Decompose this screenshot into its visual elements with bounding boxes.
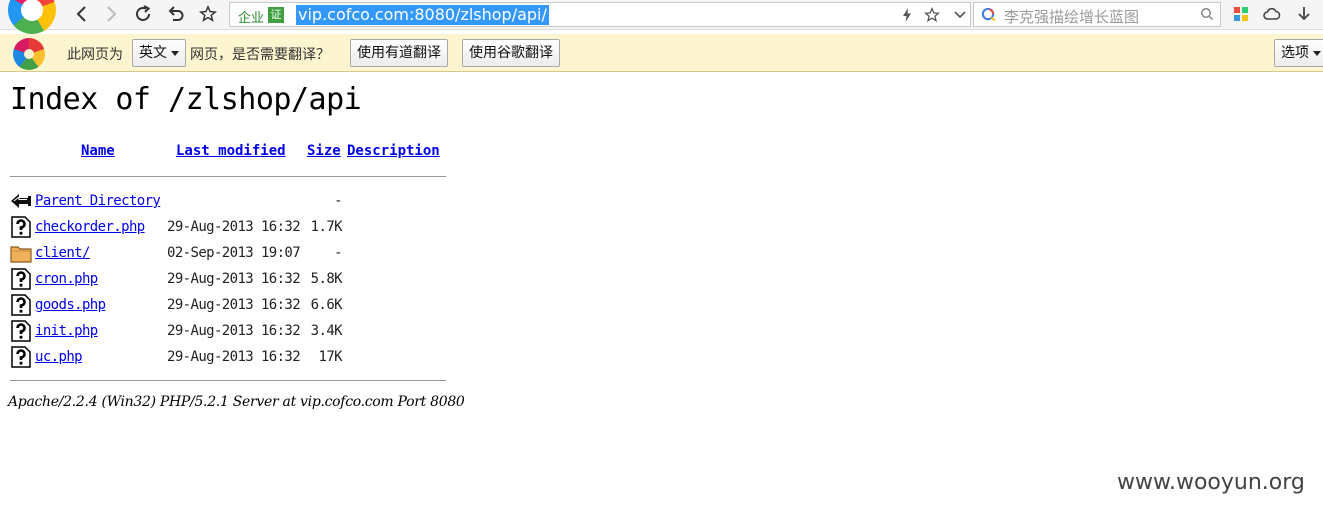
- reload-button[interactable]: [130, 2, 156, 26]
- search-placeholder[interactable]: 李克强描绘增长蓝图: [1004, 6, 1139, 27]
- cloud-icon[interactable]: [1262, 4, 1282, 24]
- file-modified: 29-Aug-2013 16:32: [167, 219, 301, 235]
- browser-logo-icon[interactable]: [8, 0, 56, 34]
- unknown-file-icon: [11, 216, 31, 238]
- download-icon[interactable]: [1294, 4, 1314, 24]
- folder-icon: [10, 246, 32, 263]
- chevron-down-icon: [171, 50, 179, 56]
- server-signature: Apache/2.2.4 (Win32) PHP/5.2.1 Server at…: [8, 394, 465, 410]
- sort-by-description-link[interactable]: Description: [347, 143, 440, 159]
- sort-by-modified-link[interactable]: Last modified: [176, 143, 286, 159]
- file-modified: 29-Aug-2013 16:32: [167, 349, 301, 365]
- bookmark-star-icon[interactable]: [195, 2, 221, 26]
- file-link[interactable]: init.php: [35, 323, 98, 339]
- cert-badge-icon[interactable]: 证: [268, 7, 284, 23]
- file-size: 1.7K: [310, 219, 343, 235]
- file-size: 6.6K: [310, 297, 343, 313]
- translate-prefix: 此网页为: [67, 47, 123, 63]
- sort-by-name-link[interactable]: Name: [81, 143, 115, 159]
- unknown-file-icon: [11, 294, 31, 316]
- file-link[interactable]: client/: [35, 245, 90, 261]
- options-label: 选项: [1281, 45, 1309, 61]
- file-row: goods.php 29-Aug-2013 16:32 6.6K: [10, 294, 446, 318]
- forward-button[interactable]: [98, 2, 124, 26]
- file-modified: 29-Aug-2013 16:32: [167, 297, 301, 313]
- translate-bar: 此网页为 英文 网页，是否需要翻译？ 使用有道翻译 使用谷歌翻译 选项: [0, 34, 1323, 72]
- back-button[interactable]: [69, 2, 95, 26]
- file-row: checkorder.php 29-Aug-2013 16:32 1.7K: [10, 216, 446, 240]
- url-text[interactable]: vip.cofco.com:8080/zlshop/api/: [296, 5, 549, 25]
- watermark: www.wooyun.org: [1117, 470, 1305, 495]
- file-link[interactable]: uc.php: [35, 349, 83, 365]
- address-bar[interactable]: 企业 证 vip.cofco.com:8080/zlshop/api/: [229, 2, 971, 27]
- favorite-star-icon[interactable]: [923, 6, 941, 24]
- parent-directory-link[interactable]: Parent Directory: [35, 193, 161, 209]
- youdao-translate-button[interactable]: 使用有道翻译: [350, 39, 448, 67]
- footer-divider: [10, 380, 446, 381]
- browser-toolbar: 企业 证 vip.cofco.com:8080/zlshop/api/ 李克强描…: [0, 0, 1323, 34]
- lightning-icon[interactable]: [898, 6, 916, 24]
- search-engine-icon: [981, 7, 996, 22]
- file-size: 17K: [318, 349, 343, 365]
- translate-logo-icon: [13, 38, 45, 70]
- file-modified: 29-Aug-2013 16:32: [167, 323, 301, 339]
- file-link[interactable]: checkorder.php: [35, 219, 145, 235]
- file-modified: 29-Aug-2013 16:32: [167, 271, 301, 287]
- unknown-file-icon: [11, 320, 31, 342]
- file-modified: 02-Sep-2013 19:07: [167, 245, 301, 261]
- search-icon[interactable]: [1200, 7, 1214, 21]
- header-divider: [10, 176, 446, 177]
- translate-question: 网页，是否需要翻译？: [190, 47, 330, 63]
- chevron-down-icon[interactable]: [951, 6, 969, 24]
- language-select[interactable]: 英文: [132, 39, 186, 67]
- search-box[interactable]: 李克强描绘增长蓝图: [973, 2, 1221, 27]
- file-size: -: [334, 193, 342, 209]
- file-link[interactable]: goods.php: [35, 297, 106, 313]
- undo-close-button[interactable]: [163, 2, 189, 26]
- file-link[interactable]: cron.php: [35, 271, 98, 287]
- unknown-file-icon: [11, 346, 31, 368]
- chevron-down-icon: [1313, 50, 1321, 56]
- file-row: uc.php 29-Aug-2013 16:32 17K: [10, 346, 446, 370]
- file-row: client/ 02-Sep-2013 19:07 -: [10, 242, 446, 266]
- google-translate-button[interactable]: 使用谷歌翻译: [462, 39, 560, 67]
- file-size: 5.8K: [310, 271, 343, 287]
- page-title: Index of /zlshop/api: [10, 82, 362, 117]
- file-size: -: [334, 245, 342, 261]
- sort-by-size-link[interactable]: Size: [307, 143, 341, 159]
- enterprise-cert-label: 企业: [238, 11, 265, 26]
- file-size: 3.4K: [310, 323, 343, 339]
- back-arrow-icon: [11, 194, 31, 208]
- apps-grid-icon[interactable]: [1231, 4, 1251, 24]
- file-row: cron.php 29-Aug-2013 16:32 5.8K: [10, 268, 446, 292]
- parent-directory-row: Parent Directory -: [10, 190, 446, 214]
- unknown-file-icon: [11, 268, 31, 290]
- options-button[interactable]: 选项: [1274, 39, 1323, 67]
- language-value: 英文: [139, 45, 167, 61]
- file-row: init.php 29-Aug-2013 16:32 3.4K: [10, 320, 446, 344]
